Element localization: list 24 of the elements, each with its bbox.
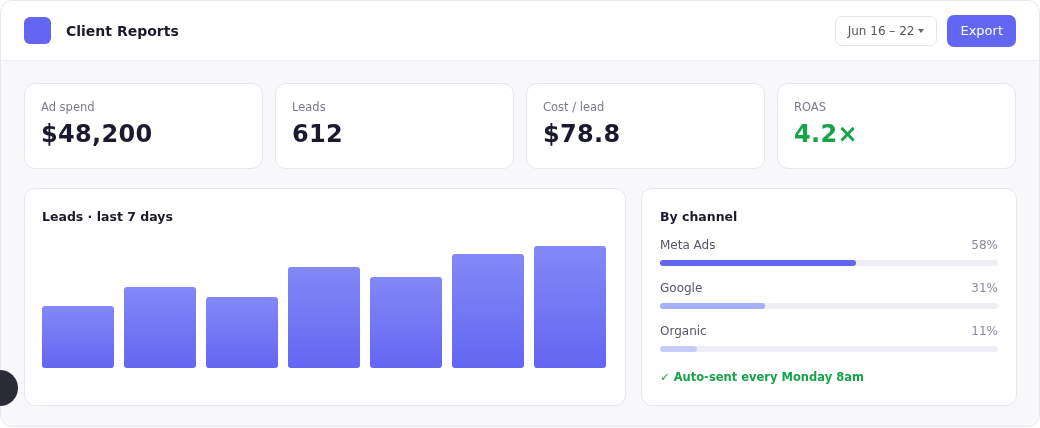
export-button[interactable]: Export — [947, 14, 1016, 47]
chart-bar — [42, 306, 114, 368]
channel-percent: 31% — [971, 281, 998, 295]
panel-title: By channel — [660, 209, 739, 224]
kpi-value: $78.8 — [543, 120, 622, 148]
page-title: Client Reports — [66, 22, 180, 39]
schedule-note: ✓ Auto-sent every Monday 8am — [660, 370, 865, 384]
kpi-label: Cost / lead — [543, 100, 606, 114]
kpi-label: ROAS — [794, 100, 827, 114]
chart-title: Leads · last 7 days — [42, 209, 174, 224]
date-range-dropdown[interactable]: Jun 16 – 22 — [834, 15, 938, 46]
channel-percent: 58% — [971, 238, 998, 252]
channel-percent: 11% — [971, 324, 998, 338]
kpi-label: Ad spend — [41, 100, 96, 114]
app-logo-icon — [24, 17, 51, 44]
kpi-value: 4.2× — [794, 120, 859, 148]
channel-name: Meta Ads — [660, 238, 716, 252]
kpi-value: 612 — [292, 120, 344, 148]
kpi-label: Leads — [292, 100, 327, 114]
channel-name: Organic — [660, 324, 707, 338]
kpi-value: $48,200 — [41, 120, 154, 148]
channel-name: Google — [660, 281, 703, 295]
caret-icon — [918, 28, 925, 33]
chart-bar — [206, 297, 278, 368]
